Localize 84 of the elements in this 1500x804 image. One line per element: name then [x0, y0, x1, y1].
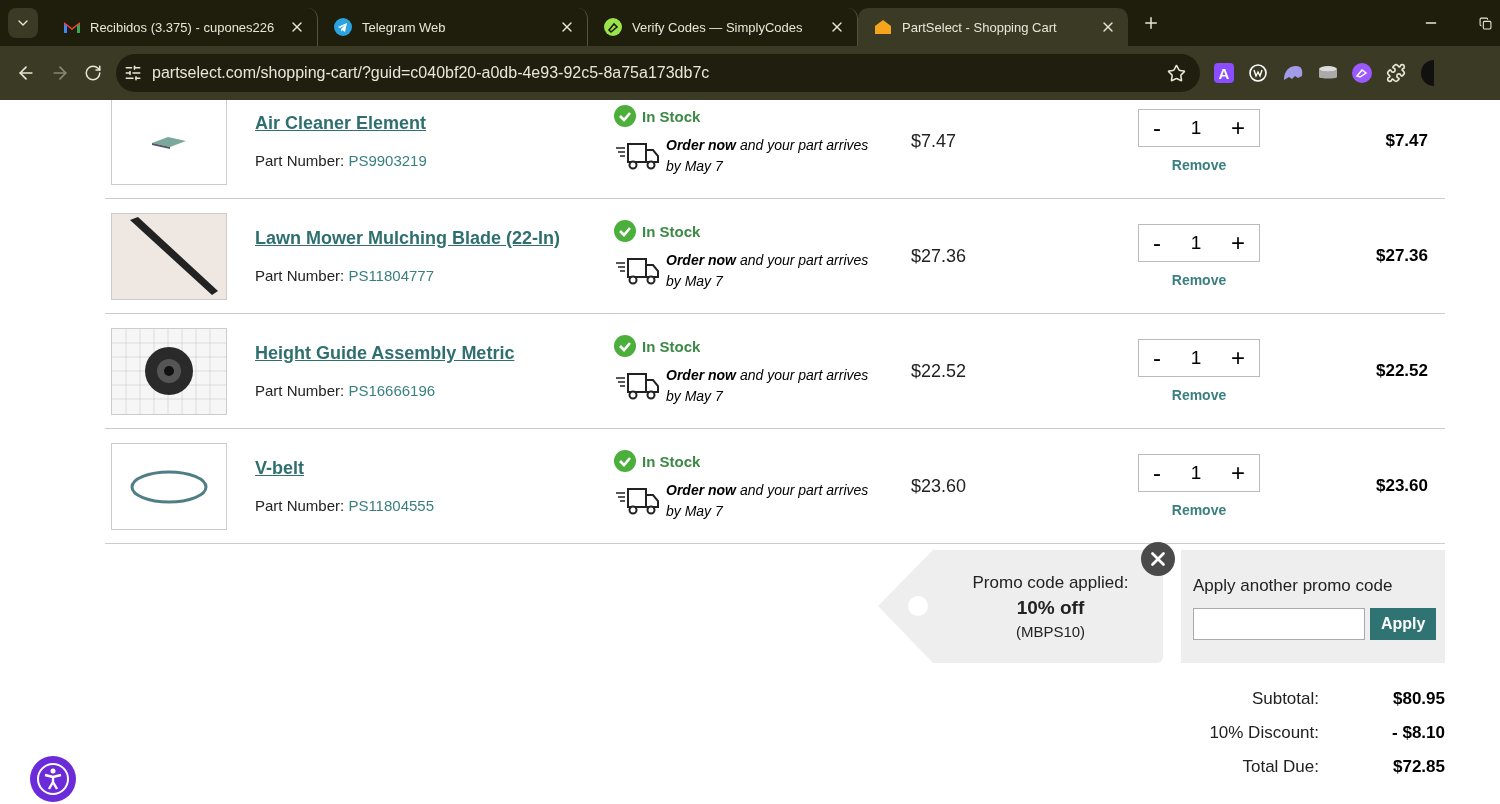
increase-button[interactable]: + — [1227, 344, 1249, 372]
promo-applied-label: Promo code applied: — [972, 573, 1129, 593]
stock-status: In Stock — [642, 337, 701, 355]
stock-status: In Stock — [642, 222, 701, 240]
checkmark-icon — [614, 450, 636, 472]
quantity-stepper[interactable]: - 1 + — [1138, 109, 1260, 147]
summary-label: Total Due: — [1241, 757, 1320, 777]
delivery-text: Order now and your part arrives by May 7 — [666, 251, 870, 291]
summary-value: $72.85 — [1392, 757, 1445, 777]
decrease-button[interactable]: - — [1149, 459, 1165, 487]
truck-icon — [614, 255, 660, 287]
product-link[interactable]: Height Guide Assembly Metric — [255, 343, 614, 364]
line-total: $7.47 — [1385, 131, 1429, 151]
restore-icon[interactable] — [1479, 16, 1492, 30]
promo-discount: 10% off — [1016, 597, 1085, 619]
stock-status: In Stock — [642, 107, 701, 125]
bookmark-star-icon[interactable] — [1167, 63, 1186, 83]
delivery-text: Order now and your part arrives by May 7 — [666, 481, 870, 521]
accessibility-button[interactable] — [30, 756, 76, 802]
remove-link[interactable]: Remove — [1171, 502, 1227, 518]
delivery-text: Order now and your part arrives by May 7 — [666, 136, 870, 176]
bowl-icon[interactable] — [1318, 65, 1338, 81]
quantity-stepper[interactable]: - 1 + — [1138, 339, 1260, 377]
line-total: $23.60 — [1376, 476, 1429, 496]
quantity-value: 1 — [1190, 347, 1202, 369]
delivery-text: Order now and your part arrives by May 7 — [666, 366, 870, 406]
line-total: $22.52 — [1376, 361, 1429, 381]
stock-status: In Stock — [642, 452, 701, 470]
truck-icon — [614, 485, 660, 517]
close-button[interactable] — [1141, 542, 1175, 576]
mail-icon — [64, 21, 80, 33]
remove-link[interactable]: Remove — [1171, 387, 1227, 403]
tag-icon — [604, 18, 622, 36]
unit-price: $7.47 — [911, 130, 958, 152]
quantity-stepper[interactable]: - 1 + — [1138, 454, 1260, 492]
increase-button[interactable]: + — [1227, 229, 1249, 257]
remove-link[interactable]: Remove — [1171, 272, 1227, 288]
decrease-button[interactable]: - — [1149, 344, 1165, 372]
site-settings-icon[interactable] — [124, 64, 142, 82]
increase-button[interactable]: + — [1227, 459, 1249, 487]
summary-value: $80.95 — [1392, 689, 1445, 709]
quantity-value: 1 — [1190, 462, 1202, 484]
quantity-value: 1 — [1190, 117, 1202, 139]
product-link[interactable]: Lawn Mower Mulching Blade (22-In) — [255, 228, 614, 249]
remove-link[interactable]: Remove — [1171, 157, 1227, 173]
part-number: Part Number: PS9903219 — [255, 152, 428, 169]
house-icon — [874, 19, 892, 35]
promo-code-field[interactable] — [1193, 608, 1365, 640]
unit-price: $27.36 — [911, 245, 968, 267]
part-number: Part Number: PS16666196 — [255, 382, 437, 399]
part-number: Part Number: PS11804555 — [255, 497, 435, 514]
new-tab-icon[interactable] — [1142, 14, 1160, 32]
checkmark-icon — [614, 105, 636, 127]
ghost-icon[interactable] — [1282, 64, 1304, 82]
summary-label: Subtotal: — [1250, 689, 1320, 709]
extension-icon[interactable] — [1352, 63, 1372, 83]
summary-value: - $8.10 — [1391, 723, 1445, 743]
summary-label: 10% Discount: — [1209, 723, 1320, 743]
checkmark-icon — [614, 335, 636, 357]
apply-button[interactable]: Apply — [1370, 608, 1437, 640]
unit-price: $22.52 — [911, 360, 968, 382]
browser-tab[interactable]: PartSelect - Shopping Cart — [858, 8, 1128, 46]
decrease-button[interactable]: - — [1149, 229, 1165, 257]
address-bar[interactable]: partselect.com/shopping-cart/?guid=c040bf20-a0db-4e93-92c5-8a75a173db7c — [116, 54, 1200, 92]
increase-button[interactable]: + — [1227, 114, 1249, 142]
extension-button[interactable]: A — [1214, 63, 1234, 83]
product-link[interactable]: V-belt — [255, 458, 614, 479]
truck-icon — [614, 140, 660, 172]
promo-code: (MBPS10) — [1015, 623, 1086, 640]
tab-search-button[interactable] — [8, 8, 38, 38]
unit-price: $23.60 — [911, 475, 968, 497]
quantity-stepper[interactable]: - 1 + — [1138, 224, 1260, 262]
reload-icon[interactable] — [84, 64, 102, 82]
checkmark-icon — [614, 220, 636, 242]
line-total: $27.36 — [1376, 246, 1429, 266]
paper-plane-icon — [334, 18, 352, 36]
product-link[interactable]: Air Cleaner Element — [255, 113, 614, 134]
truck-icon — [614, 370, 660, 402]
part-number: Part Number: PS11804777 — [255, 267, 435, 284]
extension-icon[interactable] — [1248, 63, 1268, 83]
quantity-value: 1 — [1190, 232, 1202, 254]
promo-label: Apply another promo code — [1193, 576, 1394, 596]
decrease-button[interactable]: - — [1149, 114, 1165, 142]
extensions-icon[interactable] — [1386, 63, 1406, 83]
